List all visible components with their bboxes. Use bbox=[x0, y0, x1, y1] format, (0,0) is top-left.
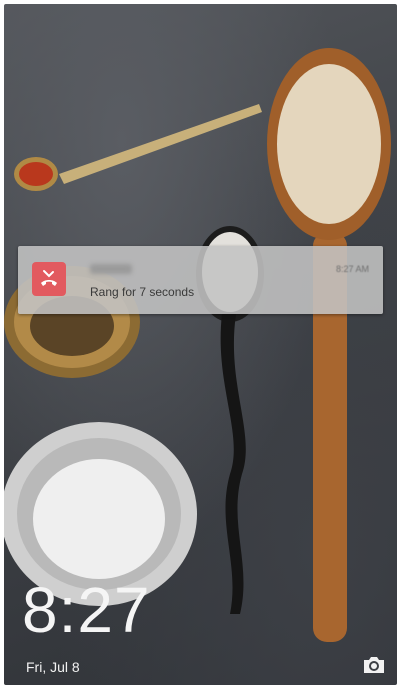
camera-button[interactable] bbox=[361, 652, 387, 678]
missed-call-notification[interactable]: 8:27 AM Rang for 7 seconds bbox=[18, 246, 383, 314]
lock-screen: 8:27 AM Rang for 7 seconds 8:27 Fri, Jul… bbox=[4, 4, 397, 685]
caller-name bbox=[90, 264, 132, 274]
lockscreen-clock: 8:27 bbox=[22, 574, 151, 646]
notification-time: 8:27 AM bbox=[335, 264, 369, 274]
camera-icon bbox=[364, 657, 384, 673]
notification-message: Rang for 7 seconds bbox=[90, 285, 195, 299]
lockscreen-date: Fri, Jul 8 bbox=[26, 659, 80, 675]
missed-call-icon bbox=[32, 262, 66, 296]
